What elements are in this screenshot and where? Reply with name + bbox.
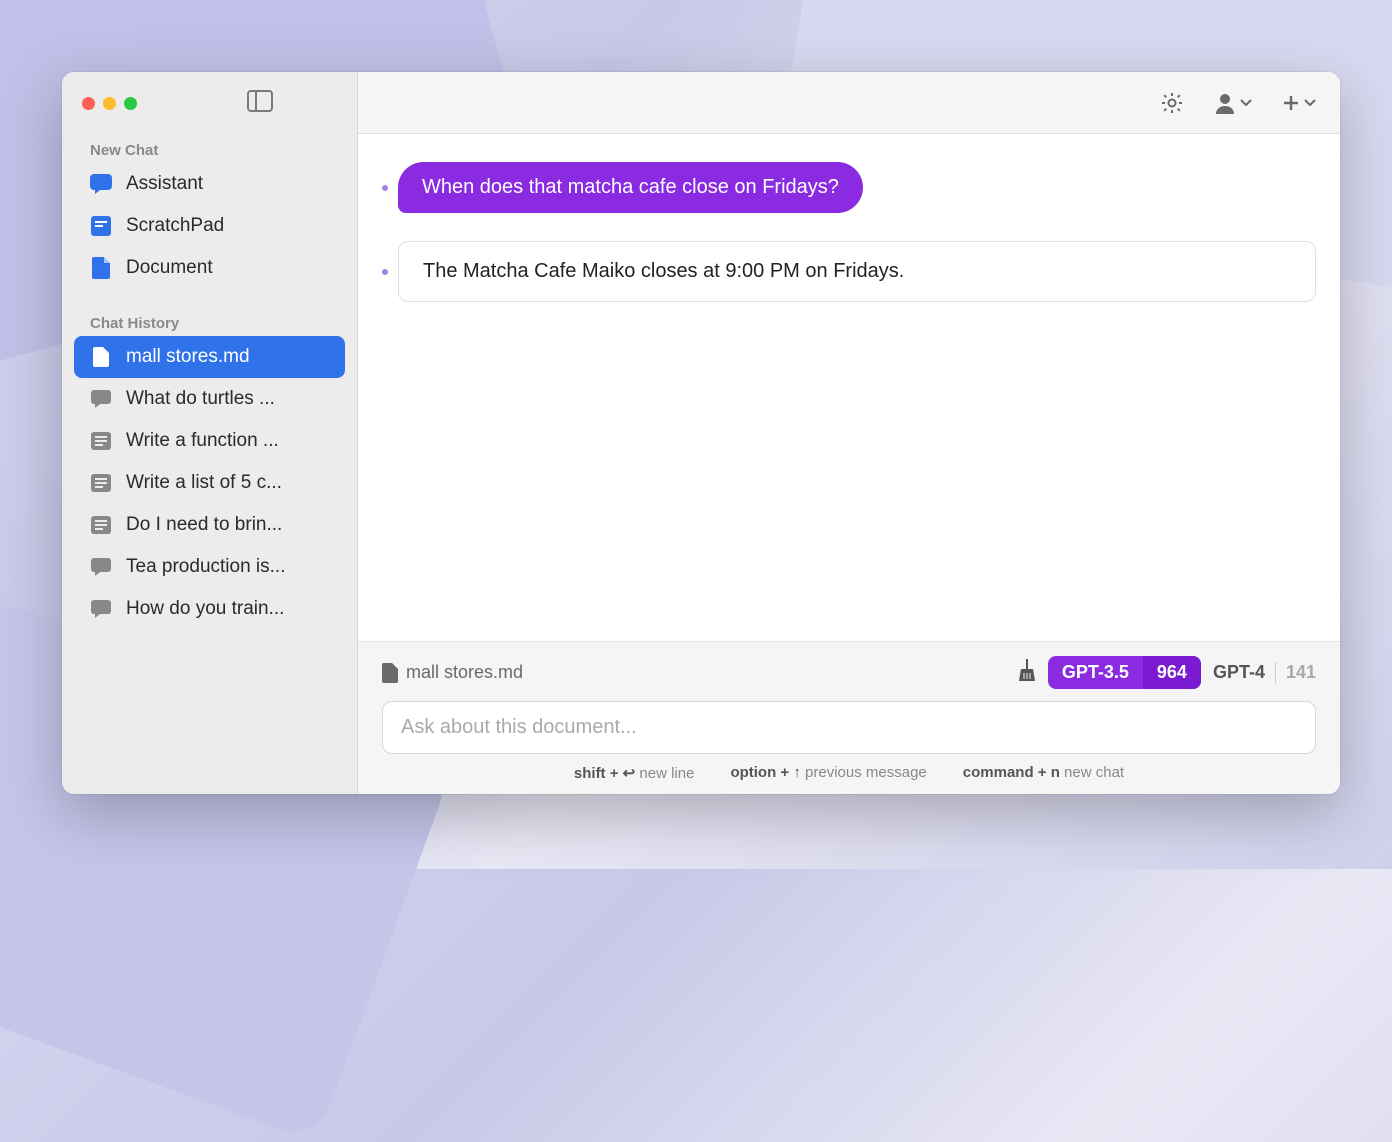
sidebar-item-document[interactable]: Document (62, 247, 357, 289)
sidebar-history-item[interactable]: Write a function ... (62, 420, 357, 462)
window-minimize-button[interactable] (103, 97, 116, 110)
assistant-message-bubble: The Matcha Cafe Maiko closes at 9:00 PM … (398, 241, 1316, 302)
message-marker-icon (382, 185, 388, 191)
hint-item: command + n new chat (963, 764, 1124, 782)
model-name: GPT-3.5 (1048, 656, 1143, 689)
sidebar-toggle-button[interactable] (247, 90, 273, 117)
sidebar-item-scratchpad[interactable]: ScratchPad (62, 205, 357, 247)
user-message-row: When does that matcha cafe close on Frid… (382, 162, 1316, 213)
model-name: GPT-4 (1213, 662, 1265, 683)
titlebar (62, 72, 357, 134)
user-message-bubble: When does that matcha cafe close on Frid… (398, 162, 863, 213)
scratchpad-icon (90, 216, 112, 236)
settings-button[interactable] (1160, 91, 1184, 115)
gear-icon (1160, 91, 1184, 115)
assistant-message-row: The Matcha Cafe Maiko closes at 9:00 PM … (382, 241, 1316, 302)
main-footer: mall stores.md GPT-3.5 964 GPT-4 141 (358, 641, 1340, 794)
chat-bubble-icon (90, 600, 112, 618)
hint-desc: previous message (805, 764, 927, 781)
hint-item: option + ↑ previous message (730, 764, 926, 782)
sidebar-item-label: ScratchPad (126, 215, 224, 237)
hint-key: shift + ↩ (574, 765, 635, 782)
chevron-down-icon (1240, 99, 1252, 107)
document-icon (90, 257, 112, 279)
app-window: New Chat Assistant ScratchPad Document (62, 72, 1340, 794)
model-token-count: 964 (1143, 656, 1201, 689)
chat-bubble-icon (90, 174, 112, 194)
footer-top-row: mall stores.md GPT-3.5 964 GPT-4 141 (382, 656, 1316, 689)
sidebar-item-label: mall stores.md (126, 346, 250, 368)
plus-icon (1282, 94, 1300, 112)
chat-area: When does that matcha cafe close on Frid… (358, 134, 1340, 641)
document-icon (382, 663, 398, 683)
sidebar-history-item[interactable]: Write a list of 5 c... (62, 462, 357, 504)
new-chat-section-label: New Chat (62, 134, 357, 163)
hint-key: command + n (963, 764, 1060, 781)
sidebar-item-label: Assistant (126, 173, 203, 195)
model-selector-active[interactable]: GPT-3.5 964 (1048, 656, 1201, 689)
person-icon (1214, 92, 1236, 114)
clear-button[interactable] (1018, 659, 1036, 686)
sidebar-item-assistant[interactable]: Assistant (62, 163, 357, 205)
current-document-tag[interactable]: mall stores.md (382, 662, 523, 683)
model-selector-inactive[interactable]: GPT-4 141 (1213, 662, 1316, 683)
document-name: mall stores.md (406, 662, 523, 683)
main-header (358, 72, 1340, 134)
hint-key: option + ↑ (730, 764, 800, 781)
chat-input[interactable] (382, 701, 1316, 754)
sidebar: New Chat Assistant ScratchPad Document (62, 72, 358, 794)
note-icon (90, 474, 112, 492)
main-panel: When does that matcha cafe close on Frid… (358, 72, 1340, 794)
sidebar-item-mall-stores[interactable]: mall stores.md (74, 336, 345, 378)
sidebar-item-label: How do you train... (126, 598, 284, 620)
chat-history-section-label: Chat History (62, 307, 357, 336)
new-button[interactable] (1282, 94, 1316, 112)
sidebar-history-item[interactable]: Tea production is... (62, 546, 357, 588)
sidebar-history-item[interactable]: How do you train... (62, 588, 357, 630)
sidebar-item-label: Tea production is... (126, 556, 285, 578)
sidebar-item-label: What do turtles ... (126, 388, 275, 410)
chevron-down-icon (1304, 99, 1316, 107)
broom-icon (1018, 659, 1036, 681)
window-fullscreen-button[interactable] (124, 97, 137, 110)
chat-bubble-icon (90, 558, 112, 576)
model-token-count: 141 (1275, 662, 1316, 683)
keyboard-hints: shift + ↩ new line option + ↑ previous m… (382, 764, 1316, 782)
document-icon (90, 347, 112, 367)
traffic-lights (82, 97, 137, 110)
sidebar-history-item[interactable]: What do turtles ... (62, 378, 357, 420)
sidebar-item-label: Do I need to brin... (126, 514, 282, 536)
sidebar-item-label: Write a list of 5 c... (126, 472, 282, 494)
note-icon (90, 516, 112, 534)
note-icon (90, 432, 112, 450)
account-button[interactable] (1214, 92, 1252, 114)
message-marker-icon (382, 269, 388, 275)
sidebar-history-item[interactable]: Do I need to brin... (62, 504, 357, 546)
sidebar-item-label: Document (126, 257, 213, 279)
hint-desc: new line (639, 765, 694, 782)
window-close-button[interactable] (82, 97, 95, 110)
hint-item: shift + ↩ new line (574, 764, 695, 782)
hint-desc: new chat (1064, 764, 1124, 781)
sidebar-item-label: Write a function ... (126, 430, 279, 452)
sidebar-icon (247, 90, 273, 112)
chat-bubble-icon (90, 390, 112, 408)
